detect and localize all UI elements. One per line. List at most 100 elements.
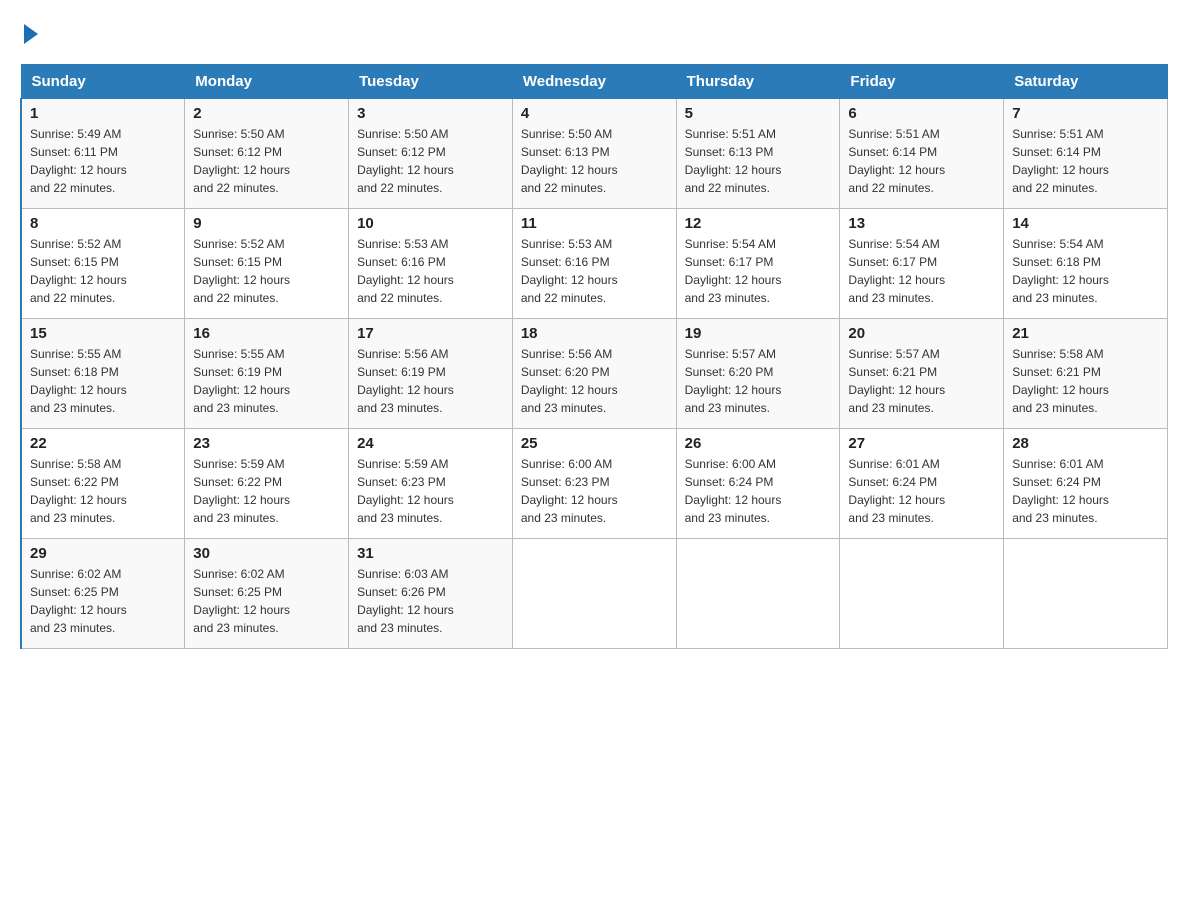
day-info: Sunrise: 5:51 AM Sunset: 6:13 PM Dayligh… (685, 125, 832, 197)
calendar-cell: 14 Sunrise: 5:54 AM Sunset: 6:18 PM Dayl… (1004, 209, 1168, 319)
day-number: 27 (848, 435, 995, 452)
logo (20, 20, 38, 44)
day-info: Sunrise: 6:00 AM Sunset: 6:23 PM Dayligh… (521, 455, 668, 527)
calendar-cell: 18 Sunrise: 5:56 AM Sunset: 6:20 PM Dayl… (512, 319, 676, 429)
day-info: Sunrise: 5:56 AM Sunset: 6:20 PM Dayligh… (521, 345, 668, 417)
calendar-cell: 2 Sunrise: 5:50 AM Sunset: 6:12 PM Dayli… (185, 99, 349, 209)
day-info: Sunrise: 5:53 AM Sunset: 6:16 PM Dayligh… (357, 235, 504, 307)
calendar-cell: 29 Sunrise: 6:02 AM Sunset: 6:25 PM Dayl… (21, 539, 185, 649)
calendar-cell: 1 Sunrise: 5:49 AM Sunset: 6:11 PM Dayli… (21, 99, 185, 209)
calendar-cell: 30 Sunrise: 6:02 AM Sunset: 6:25 PM Dayl… (185, 539, 349, 649)
calendar-cell (676, 539, 840, 649)
day-info: Sunrise: 6:03 AM Sunset: 6:26 PM Dayligh… (357, 565, 504, 637)
calendar-cell (1004, 539, 1168, 649)
day-number: 19 (685, 325, 832, 342)
day-number: 12 (685, 215, 832, 232)
day-info: Sunrise: 6:02 AM Sunset: 6:25 PM Dayligh… (193, 565, 340, 637)
day-info: Sunrise: 6:02 AM Sunset: 6:25 PM Dayligh… (30, 565, 176, 637)
day-number: 28 (1012, 435, 1159, 452)
calendar-cell: 25 Sunrise: 6:00 AM Sunset: 6:23 PM Dayl… (512, 429, 676, 539)
header-tuesday: Tuesday (349, 65, 513, 99)
day-number: 17 (357, 325, 504, 342)
day-number: 3 (357, 105, 504, 122)
calendar-cell: 4 Sunrise: 5:50 AM Sunset: 6:13 PM Dayli… (512, 99, 676, 209)
calendar-cell: 5 Sunrise: 5:51 AM Sunset: 6:13 PM Dayli… (676, 99, 840, 209)
day-info: Sunrise: 5:57 AM Sunset: 6:20 PM Dayligh… (685, 345, 832, 417)
calendar-cell: 6 Sunrise: 5:51 AM Sunset: 6:14 PM Dayli… (840, 99, 1004, 209)
header-saturday: Saturday (1004, 65, 1168, 99)
day-info: Sunrise: 5:50 AM Sunset: 6:12 PM Dayligh… (357, 125, 504, 197)
header-sunday: Sunday (21, 65, 185, 99)
day-info: Sunrise: 5:57 AM Sunset: 6:21 PM Dayligh… (848, 345, 995, 417)
calendar-week-row: 1 Sunrise: 5:49 AM Sunset: 6:11 PM Dayli… (21, 99, 1168, 209)
logo-triangle-icon (24, 24, 38, 44)
day-info: Sunrise: 5:55 AM Sunset: 6:19 PM Dayligh… (193, 345, 340, 417)
calendar-cell: 23 Sunrise: 5:59 AM Sunset: 6:22 PM Dayl… (185, 429, 349, 539)
day-number: 9 (193, 215, 340, 232)
day-number: 14 (1012, 215, 1159, 232)
day-info: Sunrise: 5:59 AM Sunset: 6:23 PM Dayligh… (357, 455, 504, 527)
day-number: 24 (357, 435, 504, 452)
calendar-cell: 11 Sunrise: 5:53 AM Sunset: 6:16 PM Dayl… (512, 209, 676, 319)
day-info: Sunrise: 5:56 AM Sunset: 6:19 PM Dayligh… (357, 345, 504, 417)
day-info: Sunrise: 5:52 AM Sunset: 6:15 PM Dayligh… (30, 235, 176, 307)
day-number: 8 (30, 215, 176, 232)
day-number: 15 (30, 325, 176, 342)
day-number: 1 (30, 105, 176, 122)
calendar-table: SundayMondayTuesdayWednesdayThursdayFrid… (20, 64, 1168, 649)
day-number: 20 (848, 325, 995, 342)
calendar-cell: 22 Sunrise: 5:58 AM Sunset: 6:22 PM Dayl… (21, 429, 185, 539)
day-number: 26 (685, 435, 832, 452)
day-number: 25 (521, 435, 668, 452)
day-info: Sunrise: 5:54 AM Sunset: 6:17 PM Dayligh… (848, 235, 995, 307)
calendar-cell (840, 539, 1004, 649)
day-number: 10 (357, 215, 504, 232)
calendar-cell: 16 Sunrise: 5:55 AM Sunset: 6:19 PM Dayl… (185, 319, 349, 429)
calendar-cell: 21 Sunrise: 5:58 AM Sunset: 6:21 PM Dayl… (1004, 319, 1168, 429)
day-number: 2 (193, 105, 340, 122)
calendar-week-row: 29 Sunrise: 6:02 AM Sunset: 6:25 PM Dayl… (21, 539, 1168, 649)
calendar-header-row: SundayMondayTuesdayWednesdayThursdayFrid… (21, 65, 1168, 99)
calendar-cell: 31 Sunrise: 6:03 AM Sunset: 6:26 PM Dayl… (349, 539, 513, 649)
day-info: Sunrise: 5:49 AM Sunset: 6:11 PM Dayligh… (30, 125, 176, 197)
calendar-cell: 27 Sunrise: 6:01 AM Sunset: 6:24 PM Dayl… (840, 429, 1004, 539)
day-info: Sunrise: 5:59 AM Sunset: 6:22 PM Dayligh… (193, 455, 340, 527)
calendar-week-row: 8 Sunrise: 5:52 AM Sunset: 6:15 PM Dayli… (21, 209, 1168, 319)
header-friday: Friday (840, 65, 1004, 99)
calendar-cell: 12 Sunrise: 5:54 AM Sunset: 6:17 PM Dayl… (676, 209, 840, 319)
calendar-cell: 17 Sunrise: 5:56 AM Sunset: 6:19 PM Dayl… (349, 319, 513, 429)
day-number: 22 (30, 435, 176, 452)
day-info: Sunrise: 5:58 AM Sunset: 6:22 PM Dayligh… (30, 455, 176, 527)
calendar-cell: 10 Sunrise: 5:53 AM Sunset: 6:16 PM Dayl… (349, 209, 513, 319)
day-info: Sunrise: 5:54 AM Sunset: 6:17 PM Dayligh… (685, 235, 832, 307)
day-info: Sunrise: 5:53 AM Sunset: 6:16 PM Dayligh… (521, 235, 668, 307)
calendar-cell (512, 539, 676, 649)
day-number: 6 (848, 105, 995, 122)
calendar-cell: 20 Sunrise: 5:57 AM Sunset: 6:21 PM Dayl… (840, 319, 1004, 429)
day-info: Sunrise: 6:01 AM Sunset: 6:24 PM Dayligh… (1012, 455, 1159, 527)
page-header (20, 20, 1168, 44)
calendar-cell: 9 Sunrise: 5:52 AM Sunset: 6:15 PM Dayli… (185, 209, 349, 319)
day-number: 18 (521, 325, 668, 342)
calendar-week-row: 22 Sunrise: 5:58 AM Sunset: 6:22 PM Dayl… (21, 429, 1168, 539)
day-number: 30 (193, 545, 340, 562)
calendar-cell: 3 Sunrise: 5:50 AM Sunset: 6:12 PM Dayli… (349, 99, 513, 209)
day-info: Sunrise: 5:50 AM Sunset: 6:13 PM Dayligh… (521, 125, 668, 197)
calendar-cell: 8 Sunrise: 5:52 AM Sunset: 6:15 PM Dayli… (21, 209, 185, 319)
day-number: 31 (357, 545, 504, 562)
day-number: 13 (848, 215, 995, 232)
day-number: 23 (193, 435, 340, 452)
day-number: 29 (30, 545, 176, 562)
calendar-cell: 15 Sunrise: 5:55 AM Sunset: 6:18 PM Dayl… (21, 319, 185, 429)
day-info: Sunrise: 5:54 AM Sunset: 6:18 PM Dayligh… (1012, 235, 1159, 307)
day-info: Sunrise: 6:00 AM Sunset: 6:24 PM Dayligh… (685, 455, 832, 527)
header-wednesday: Wednesday (512, 65, 676, 99)
day-number: 7 (1012, 105, 1159, 122)
day-number: 21 (1012, 325, 1159, 342)
day-number: 16 (193, 325, 340, 342)
calendar-cell: 19 Sunrise: 5:57 AM Sunset: 6:20 PM Dayl… (676, 319, 840, 429)
calendar-cell: 7 Sunrise: 5:51 AM Sunset: 6:14 PM Dayli… (1004, 99, 1168, 209)
day-info: Sunrise: 5:51 AM Sunset: 6:14 PM Dayligh… (848, 125, 995, 197)
day-info: Sunrise: 5:52 AM Sunset: 6:15 PM Dayligh… (193, 235, 340, 307)
calendar-cell: 24 Sunrise: 5:59 AM Sunset: 6:23 PM Dayl… (349, 429, 513, 539)
